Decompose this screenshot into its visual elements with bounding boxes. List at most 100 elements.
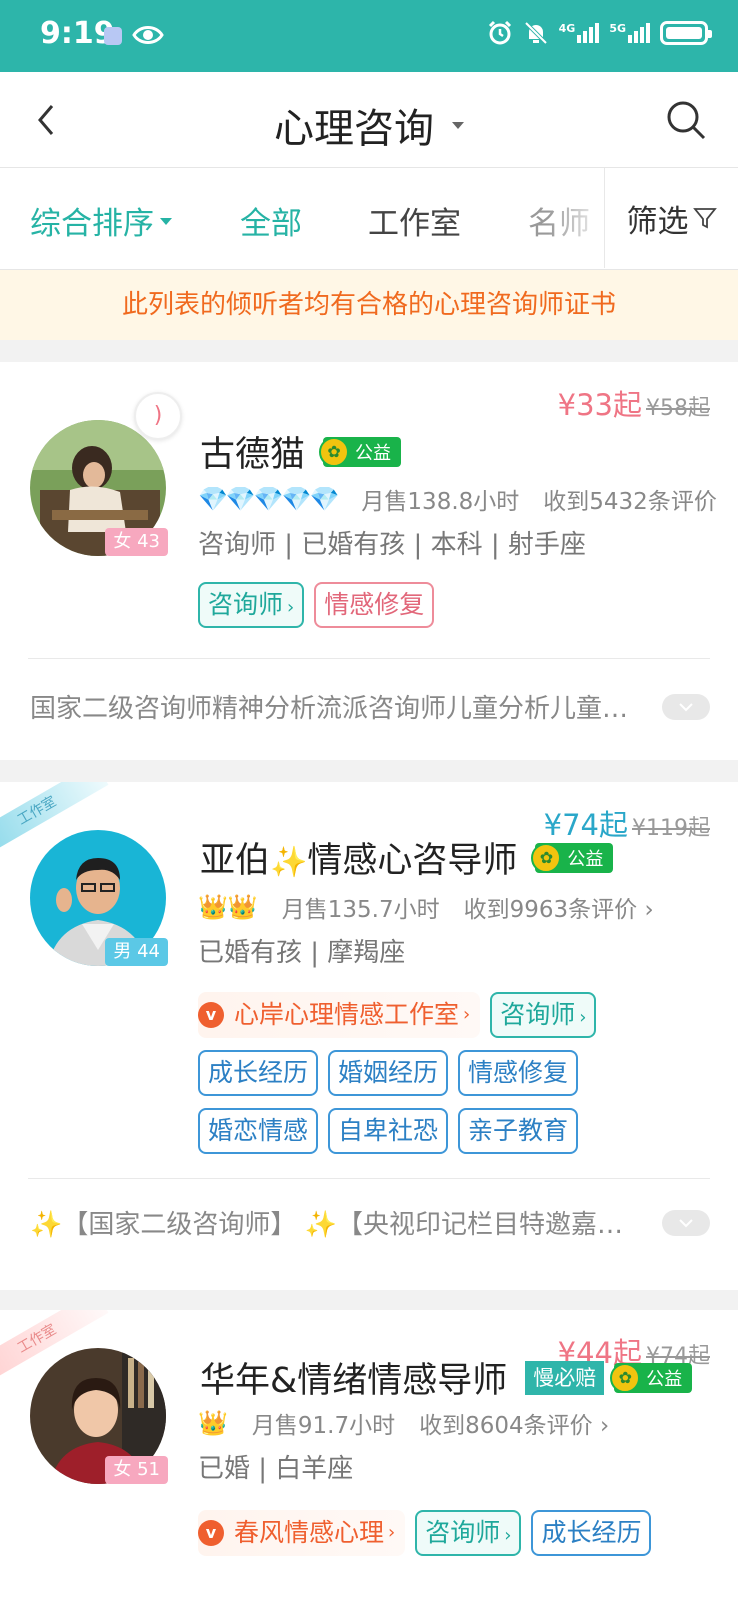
- leaf-icon: ✿: [319, 436, 350, 467]
- gender-age-badge: 女 43: [105, 528, 168, 556]
- tag-love[interactable]: 婚恋情感: [198, 1108, 319, 1154]
- studio-name: 春风情感心理: [234, 1518, 385, 1547]
- tag-counselor[interactable]: 咨询师 ›: [198, 582, 305, 628]
- public-welfare-badge: ✿ 公益: [610, 1362, 693, 1393]
- chevron-down-icon: [160, 218, 172, 225]
- stats-row: 👑 月售91.7小时 收到8604条评价 ›: [198, 1406, 609, 1440]
- battery-icon: [660, 21, 712, 45]
- signal-5g-icon: 5G: [609, 23, 650, 43]
- tag-list: v 心岸心理情感工作室 › 咨询师 › 成长经历 婚姻经历 情感修复 婚恋情感 自卑…: [198, 992, 708, 1154]
- counselor-card[interactable]: ¥33起 ¥58起 女 43 ) 古德猫 ✿ 公益 💎💎💎💎💎 月售138.8小时: [0, 362, 738, 760]
- public-welfare-badge: ✿ 公益: [531, 842, 614, 873]
- name-row: 亚伯✨情感心咨导师 ✿ 公益: [200, 832, 614, 883]
- tag-social-anxiety[interactable]: 自卑社恐: [328, 1108, 449, 1154]
- tag-counselor[interactable]: 咨询师 ›: [490, 992, 597, 1038]
- filter-button[interactable]: 筛选: [604, 168, 738, 268]
- leaf-icon: ✿: [610, 1362, 641, 1393]
- name-row: 古德猫 ✿ 公益: [200, 426, 402, 477]
- public-welfare-label: 公益: [646, 1368, 683, 1390]
- status-icons: 4G 5G: [487, 20, 712, 46]
- tag-emotion-repair[interactable]: 情感修复: [458, 1050, 579, 1096]
- voice-intro-icon[interactable]: ): [134, 392, 182, 440]
- alarm-icon: [488, 20, 511, 45]
- filter-tabs: 综合排序 全部 工作室 名师 筛选: [0, 168, 738, 270]
- status-bar: 9:19 4G 5G: [0, 0, 738, 72]
- counselor-name: 华年&情绪情感导师: [200, 1361, 508, 1401]
- sparkle-icon: ✨: [270, 845, 308, 880]
- counselor-name: 亚伯✨情感心咨导师: [200, 832, 517, 883]
- chevron-right-icon: ›: [388, 1522, 396, 1543]
- tag-growth[interactable]: 成长经历: [198, 1050, 319, 1096]
- studio-logo-icon: v: [198, 1002, 224, 1028]
- eye-icon: [132, 26, 164, 44]
- chevron-down-icon: [452, 121, 464, 129]
- tag-parenting[interactable]: 亲子教育: [458, 1108, 579, 1154]
- chevron-down-icon: [679, 1219, 693, 1228]
- avatar[interactable]: 女 43: [30, 420, 168, 556]
- public-welfare-label: 公益: [567, 848, 604, 870]
- price-original: ¥58起: [646, 396, 710, 421]
- page-title-text: 心理咨询: [274, 106, 434, 152]
- certificate-notice: 此列表的倾听者均有合格的心理咨询师证书: [0, 270, 738, 340]
- name-part: 亚伯: [200, 841, 271, 881]
- signal-4g-icon: 4G: [559, 23, 600, 43]
- chevron-right-icon: ›: [287, 597, 295, 618]
- tag-label: 咨询师: [425, 1518, 501, 1547]
- chevron-right-icon: ›: [504, 1525, 512, 1546]
- tab-sort[interactable]: 综合排序: [30, 198, 172, 243]
- tab-all[interactable]: 全部: [240, 198, 302, 243]
- counselor-info: 已婚 | 白羊座: [198, 1454, 354, 1484]
- counselor-info: 已婚有孩 | 摩羯座: [198, 938, 406, 968]
- price-original: ¥119起: [632, 816, 710, 841]
- slow-compensation-badge: 慢必赔: [525, 1360, 605, 1395]
- monthly-sales: 月售138.8小时: [361, 489, 520, 515]
- review-count[interactable]: 收到9963条评价 ›: [464, 890, 654, 924]
- price-current: ¥33起: [557, 388, 642, 422]
- review-count[interactable]: 收到8604条评价 ›: [419, 1406, 609, 1440]
- avatar[interactable]: 男 44: [30, 830, 168, 966]
- mute-bell-icon: [524, 21, 548, 45]
- funnel-icon: [692, 208, 717, 229]
- chevron-down-icon: [679, 703, 693, 712]
- expand-button[interactable]: [662, 694, 710, 720]
- page-title[interactable]: 心理咨询: [0, 96, 738, 154]
- tab-sort-label: 综合排序: [30, 206, 154, 242]
- tag-label: 咨询师: [208, 590, 284, 619]
- expand-button[interactable]: [662, 1210, 710, 1236]
- app-notification-icon: [104, 27, 122, 45]
- studio-tag[interactable]: v 春风情感心理 ›: [198, 1510, 406, 1556]
- tag-marriage[interactable]: 婚姻经历: [328, 1050, 449, 1096]
- nav-bar: 心理咨询: [0, 72, 738, 168]
- tag-counselor[interactable]: 咨询师 ›: [415, 1510, 522, 1556]
- counselor-card[interactable]: 工作室 ¥74起 ¥119起 男 44 亚伯✨情感心咨导师 ✿ 公益 👑👑 月售…: [0, 782, 738, 1290]
- search-icon[interactable]: [664, 98, 708, 142]
- studio-name: 心岸心理情感工作室: [234, 1000, 460, 1029]
- tab-fade: [548, 168, 608, 268]
- gender-age-badge: 男 44: [105, 938, 168, 966]
- counselor-info: 咨询师 | 已婚有孩 | 本科 | 射手座: [198, 530, 586, 560]
- avatar[interactable]: 女 51: [30, 1348, 168, 1484]
- tag-list: v 春风情感心理 › 咨询师 › 成长经历: [198, 1510, 708, 1556]
- crown-level-icon: 👑👑: [198, 893, 258, 921]
- tag-growth[interactable]: 成长经历: [531, 1510, 652, 1556]
- studio-tag[interactable]: v 心岸心理情感工作室 ›: [198, 992, 481, 1038]
- name-row: 华年&情绪情感导师 慢必赔 ✿ 公益: [200, 1352, 693, 1403]
- monthly-sales: 月售91.7小时: [251, 1413, 396, 1439]
- review-count[interactable]: 收到5432条评价: [543, 482, 717, 516]
- diamond-level-icon: 💎💎💎💎💎: [198, 485, 339, 513]
- counselor-card[interactable]: 工作室 ¥44起¥74起 女 51 华年&情绪情感导师 慢必赔 ✿ 公益 👑: [0, 1310, 738, 1600]
- tab-studio[interactable]: 工作室: [368, 198, 461, 243]
- name-part: 情感心咨导师: [307, 841, 518, 881]
- divider: [28, 658, 710, 659]
- counselor-name: 古德猫: [200, 435, 306, 475]
- gender-age-badge: 女 51: [105, 1456, 168, 1484]
- price: ¥33起 ¥58起: [558, 382, 710, 424]
- chevron-right-icon: ›: [579, 1007, 587, 1028]
- leaf-icon: ✿: [531, 842, 562, 873]
- monthly-sales: 月售135.7小时: [281, 897, 440, 923]
- chevron-right-icon: ›: [463, 1004, 471, 1025]
- tag-label: 咨询师: [500, 1000, 576, 1029]
- tag-emotion-repair[interactable]: 情感修复: [314, 582, 435, 628]
- stats-row: 👑👑 月售135.7小时 收到9963条评价 ›: [198, 890, 654, 924]
- divider: [28, 1178, 710, 1179]
